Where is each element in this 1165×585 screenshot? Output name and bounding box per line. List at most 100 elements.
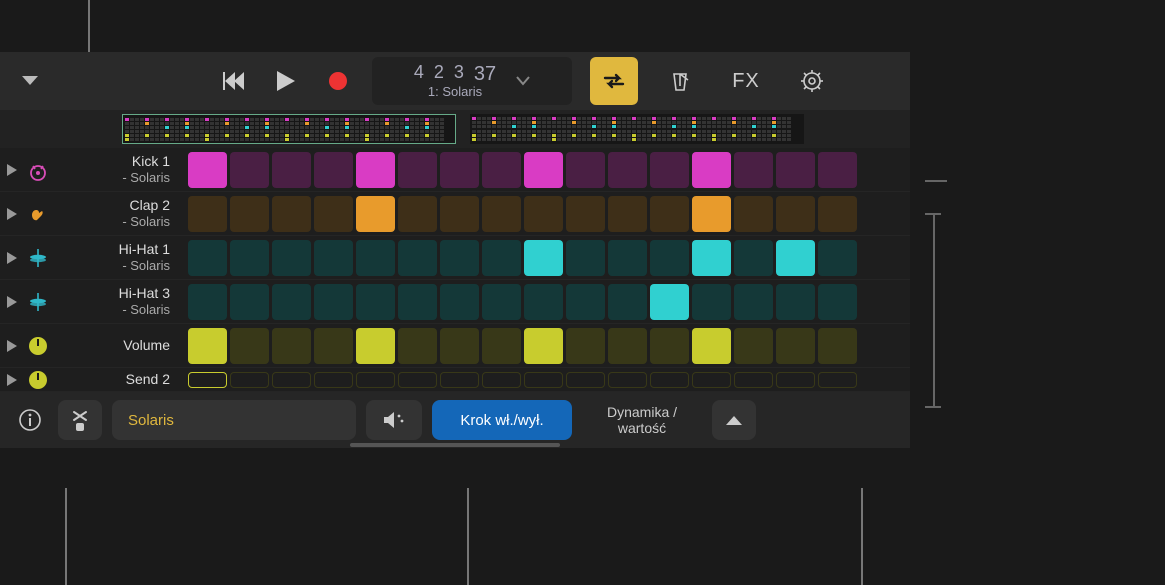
record-button[interactable] [314, 57, 362, 105]
step-cell[interactable] [524, 284, 563, 320]
step-cell[interactable] [272, 328, 311, 364]
step-cell[interactable] [482, 196, 521, 232]
step-cell[interactable] [692, 284, 731, 320]
pattern-thumbnail-1[interactable] [122, 114, 456, 144]
track-name[interactable]: Clap 2- Solaris [52, 197, 182, 230]
step-cell[interactable] [398, 240, 437, 276]
step-cell[interactable] [566, 284, 605, 320]
step-cell[interactable] [188, 328, 227, 364]
step-cell[interactable] [692, 152, 731, 188]
step-cell[interactable] [440, 196, 479, 232]
lcd-display[interactable]: 4 2 3 37 1: Solaris [372, 57, 572, 105]
step-cell[interactable] [356, 284, 395, 320]
step-cell[interactable] [356, 196, 395, 232]
step-cell[interactable] [356, 328, 395, 364]
step-cell[interactable] [650, 328, 689, 364]
step-cell[interactable] [356, 372, 395, 388]
step-cell[interactable] [314, 328, 353, 364]
step-cell[interactable] [818, 196, 857, 232]
step-mode-button[interactable]: Krok wł./wył. [432, 400, 572, 440]
step-cell[interactable] [566, 152, 605, 188]
step-cell[interactable] [818, 284, 857, 320]
velocity-mode-button[interactable]: Dynamika / wartość [582, 400, 702, 440]
settings-button[interactable] [788, 57, 836, 105]
step-cell[interactable] [314, 240, 353, 276]
step-cell[interactable] [650, 284, 689, 320]
expand-button[interactable] [712, 400, 756, 440]
step-cell[interactable] [776, 240, 815, 276]
step-cell[interactable] [608, 328, 647, 364]
step-cell[interactable] [650, 196, 689, 232]
step-cell[interactable] [440, 240, 479, 276]
horizontal-scroll-indicator[interactable] [350, 443, 560, 447]
step-cell[interactable] [776, 152, 815, 188]
step-cell[interactable] [188, 152, 227, 188]
step-cell[interactable] [608, 152, 647, 188]
step-cell[interactable] [608, 284, 647, 320]
step-cell[interactable] [188, 284, 227, 320]
step-cell[interactable] [776, 372, 815, 388]
fx-button[interactable]: FX [722, 57, 770, 105]
track-play-button[interactable] [0, 164, 24, 176]
step-cell[interactable] [818, 328, 857, 364]
step-cell[interactable] [272, 196, 311, 232]
track-name[interactable]: Send 2 [52, 371, 182, 387]
step-cell[interactable] [314, 284, 353, 320]
step-cell[interactable] [440, 284, 479, 320]
play-button[interactable] [262, 57, 310, 105]
step-cell[interactable] [398, 328, 437, 364]
step-cell[interactable] [608, 240, 647, 276]
step-cell[interactable] [818, 152, 857, 188]
step-cell[interactable] [818, 240, 857, 276]
step-cell[interactable] [398, 152, 437, 188]
step-cell[interactable] [608, 196, 647, 232]
track-play-button[interactable] [0, 296, 24, 308]
step-cell[interactable] [272, 372, 311, 388]
step-cell[interactable] [230, 152, 269, 188]
preset-name-field[interactable]: Solaris [112, 400, 356, 440]
step-cell[interactable] [650, 240, 689, 276]
step-cell[interactable] [440, 152, 479, 188]
pattern-thumbnail-2[interactable] [470, 114, 804, 144]
view-menu-button[interactable] [6, 57, 54, 105]
rewind-button[interactable] [210, 57, 258, 105]
step-cell[interactable] [734, 328, 773, 364]
step-cell[interactable] [188, 372, 227, 388]
step-cell[interactable] [566, 372, 605, 388]
step-cell[interactable] [230, 284, 269, 320]
step-cell[interactable] [314, 372, 353, 388]
step-cell[interactable] [692, 196, 731, 232]
step-cell[interactable] [272, 284, 311, 320]
step-cell[interactable] [734, 196, 773, 232]
step-cell[interactable] [314, 152, 353, 188]
track-name[interactable]: Volume [52, 337, 182, 353]
step-cell[interactable] [566, 240, 605, 276]
track-name[interactable]: Hi-Hat 1- Solaris [52, 241, 182, 274]
step-cell[interactable] [482, 372, 521, 388]
chevron-down-icon[interactable] [516, 76, 530, 86]
step-cell[interactable] [692, 372, 731, 388]
step-cell[interactable] [776, 284, 815, 320]
step-cell[interactable] [314, 196, 353, 232]
step-cell[interactable] [398, 372, 437, 388]
step-cell[interactable] [398, 196, 437, 232]
step-cell[interactable] [566, 196, 605, 232]
track-play-button[interactable] [0, 340, 24, 352]
track-name[interactable]: Hi-Hat 3- Solaris [52, 285, 182, 318]
step-cell[interactable] [692, 328, 731, 364]
step-cell[interactable] [230, 328, 269, 364]
step-cell[interactable] [650, 152, 689, 188]
step-cell[interactable] [524, 328, 563, 364]
info-button[interactable] [12, 402, 48, 438]
step-cell[interactable] [482, 240, 521, 276]
step-cell[interactable] [566, 328, 605, 364]
step-cell[interactable] [524, 152, 563, 188]
step-cell[interactable] [692, 240, 731, 276]
step-cell[interactable] [734, 284, 773, 320]
step-cell[interactable] [818, 372, 857, 388]
track-play-button[interactable] [0, 208, 24, 220]
step-cell[interactable] [650, 372, 689, 388]
step-cell[interactable] [482, 152, 521, 188]
step-cell[interactable] [734, 372, 773, 388]
step-cell[interactable] [230, 372, 269, 388]
